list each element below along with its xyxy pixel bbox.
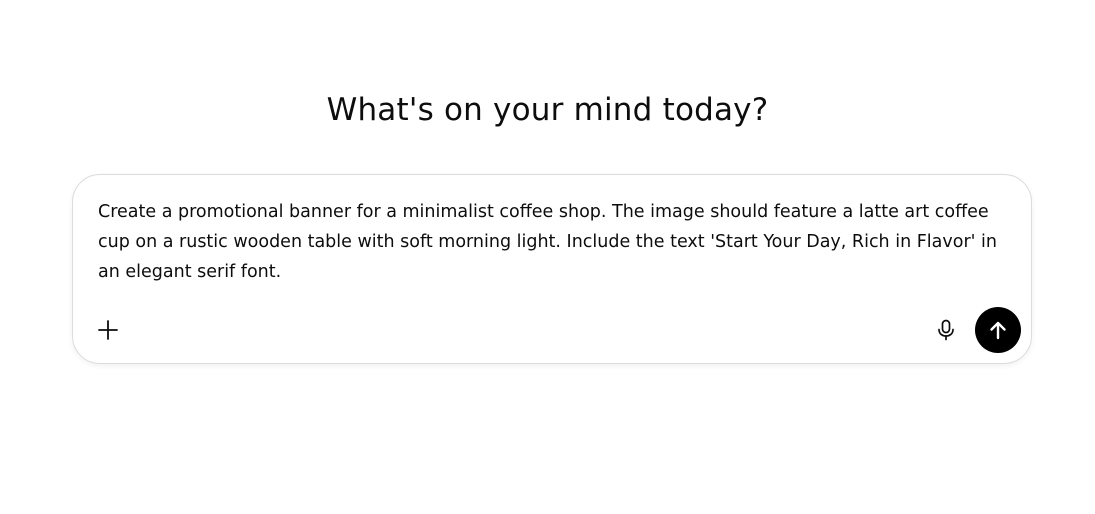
send-button[interactable] <box>975 307 1021 353</box>
arrow-up-icon <box>987 319 1009 341</box>
chat-home-page: What's on your mind today? Create a prom… <box>0 0 1095 514</box>
microphone-icon <box>936 319 956 341</box>
plus-icon <box>97 319 119 341</box>
page-title: What's on your mind today? <box>326 92 769 128</box>
add-attachment-button[interactable] <box>91 313 125 347</box>
prompt-composer[interactable]: Create a promotional banner for a minima… <box>72 174 1032 364</box>
prompt-input[interactable]: Create a promotional banner for a minima… <box>98 197 1008 287</box>
voice-input-button[interactable] <box>929 313 963 347</box>
